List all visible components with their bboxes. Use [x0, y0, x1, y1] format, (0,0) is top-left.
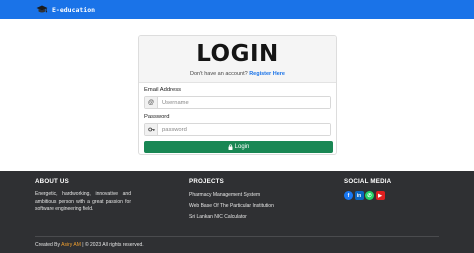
site-footer: ABOUT US Energetic, hardworking, innovat… [0, 171, 474, 253]
facebook-icon[interactable]: f [344, 191, 353, 200]
projects-heading: PROJECTS [189, 178, 224, 185]
about-text: Energetic, hardworking, innovative and a… [35, 191, 131, 212]
at-icon: @ [145, 97, 158, 108]
project-link[interactable]: Pharmacy Management System [189, 192, 260, 198]
graduation-cap-icon [36, 5, 48, 13]
project-link[interactable]: Sri Lankan NIC Calculator [189, 214, 247, 220]
project-link[interactable]: Web Base Of The Particular Institution [189, 203, 274, 209]
login-card-header: LOGIN Don't have an account? Register He… [139, 36, 336, 83]
social-links: f in ✆ ▶ [344, 191, 385, 200]
key-icon [145, 124, 158, 135]
password-field[interactable] [158, 124, 330, 135]
login-button[interactable]: Login [144, 141, 333, 153]
about-heading: ABOUT US [35, 178, 69, 185]
register-prompt: Don't have an account? Register Here [139, 71, 336, 77]
top-navbar: E-education [0, 0, 474, 19]
brand-name: E-education [52, 5, 96, 14]
password-input-group [144, 123, 331, 136]
linkedin-icon[interactable]: in [354, 191, 364, 200]
footer-divider [35, 236, 439, 237]
lock-icon [228, 144, 233, 150]
copyright-prefix: Created By [35, 242, 61, 248]
email-label: Email Address [144, 87, 182, 93]
copyright-suffix: | © 2023 All rights reserved. [82, 242, 144, 248]
youtube-icon[interactable]: ▶ [375, 191, 385, 200]
email-field[interactable] [158, 97, 330, 108]
login-button-label: Login [234, 144, 250, 150]
login-form: Email Address @ Password Login [139, 83, 336, 153]
social-heading: SOCIAL MEDIA [344, 178, 392, 185]
no-account-text: Don't have an account? [190, 71, 248, 77]
copyright: Created By Asiry AM | © 2023 All rights … [35, 242, 144, 248]
login-card: LOGIN Don't have an account? Register He… [138, 35, 337, 155]
whatsapp-icon[interactable]: ✆ [365, 191, 374, 200]
login-title: LOGIN [196, 41, 279, 67]
register-link[interactable]: Register Here [249, 71, 285, 77]
author-link[interactable]: Asiry AM [61, 242, 81, 248]
email-input-group: @ [144, 96, 331, 109]
password-label: Password [144, 114, 170, 120]
brand-link[interactable]: E-education [36, 5, 95, 14]
